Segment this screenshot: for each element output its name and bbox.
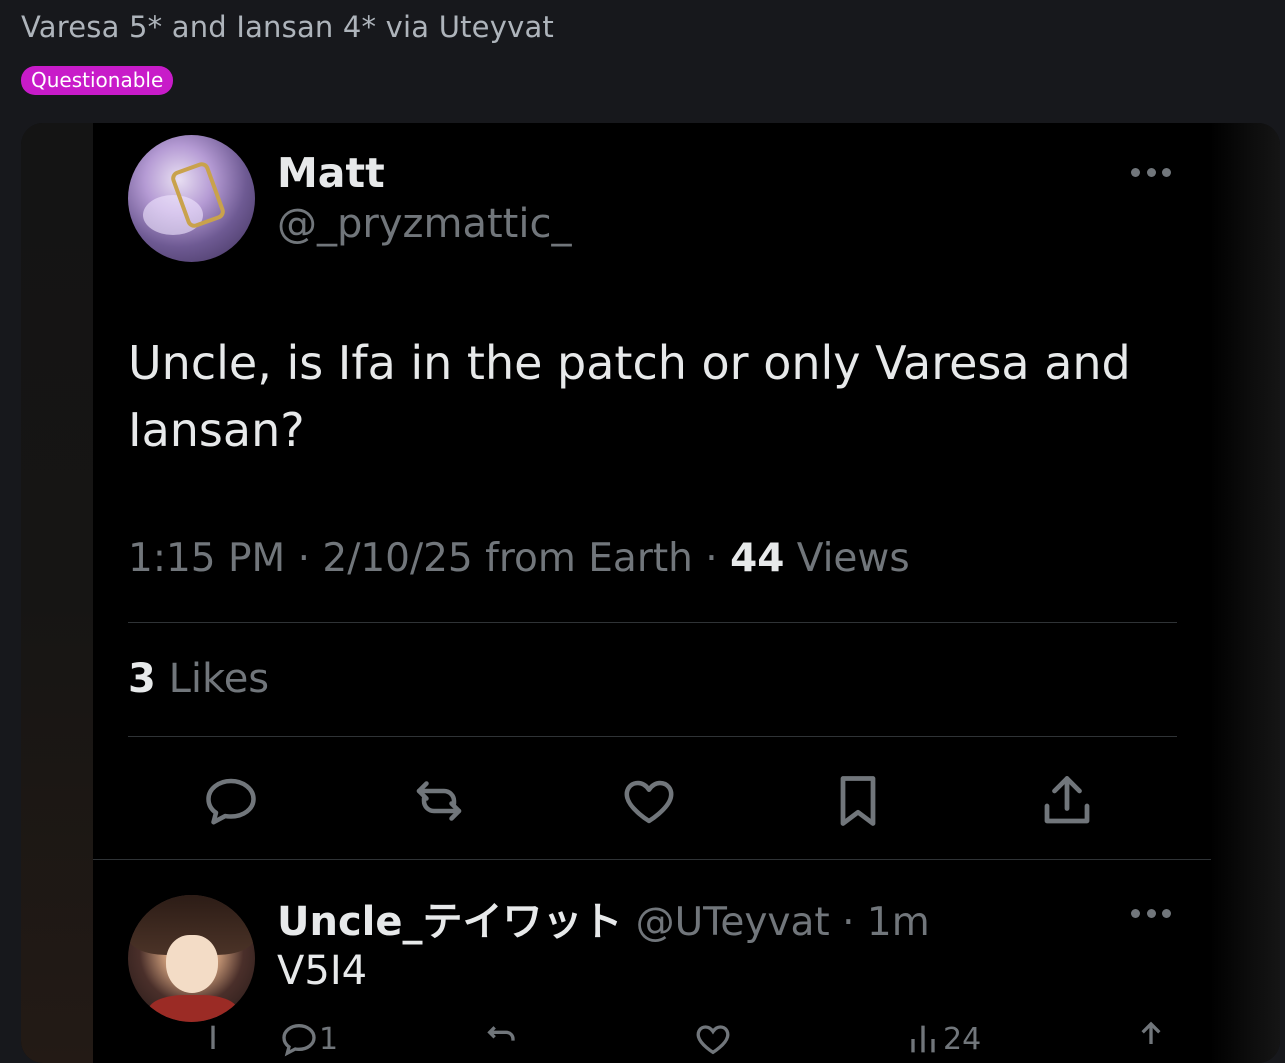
reply-count: 1 (319, 1021, 339, 1057)
separator: · (297, 536, 310, 581)
divider (93, 859, 1211, 860)
retweet-icon (409, 771, 469, 831)
post-title: Varesa 5* and Iansan 4* via Uteyvat (21, 10, 554, 44)
post-header: Varesa 5* and Iansan 4* via Uteyvat (21, 10, 554, 44)
share-icon (1131, 1019, 1171, 1059)
avatar (128, 135, 255, 262)
image-blur-left (21, 123, 93, 1063)
tweet-text: Uncle, is Ifa in the patch or only Vares… (128, 336, 1131, 457)
heart-icon (693, 1019, 733, 1059)
tweet-time: 1:15 PM (128, 536, 286, 581)
tweet-handle: @_pryzmattic_ (277, 201, 572, 247)
retweet-icon (483, 1019, 523, 1059)
divider (128, 622, 1177, 623)
tweet-meta: 1:15 PM · 2/10/25 from Earth · 44 Views (128, 536, 910, 581)
tweet-date-location: 2/10/25 from Earth (322, 536, 693, 581)
reply-handle-time: @UTeyvat · 1m (635, 900, 930, 945)
reply-text: V5I4 (277, 948, 368, 994)
share-icon (1037, 771, 1097, 831)
views-icon: 24 (903, 1019, 981, 1059)
reply-actions: 1 24 (93, 1019, 1211, 1057)
heart-icon (619, 771, 679, 831)
down-arrow-icon (193, 1019, 233, 1059)
tweet-display-name: Matt (277, 149, 385, 197)
tweet-screenshot: Matt @_pryzmattic_ Uncle, is Ifa in the … (93, 123, 1211, 1063)
more-options-icon (1131, 907, 1171, 919)
separator: · (705, 536, 718, 581)
likes-label: Likes (168, 656, 270, 702)
post-image[interactable]: Matt @_pryzmattic_ Uncle, is Ifa in the … (21, 123, 1280, 1063)
bookmark-icon (828, 771, 888, 831)
reply-icon (201, 771, 261, 831)
likes-summary: 3 Likes (128, 656, 269, 702)
image-blur-right (1210, 123, 1280, 1063)
reply-avatar (128, 895, 255, 1022)
more-options-icon (1131, 166, 1171, 178)
divider (128, 736, 1177, 737)
reply-header: Uncle_テイワット @UTeyvat · 1m (277, 889, 930, 947)
reply-display-name: Uncle_テイワット (277, 899, 623, 945)
views-label: Views (796, 536, 910, 581)
reply-views-count: 24 (943, 1021, 982, 1057)
rating-badge[interactable]: Questionable (21, 66, 174, 95)
reply-icon: 1 (279, 1019, 338, 1059)
views-count: 44 (730, 536, 785, 581)
likes-count: 3 (128, 656, 156, 702)
